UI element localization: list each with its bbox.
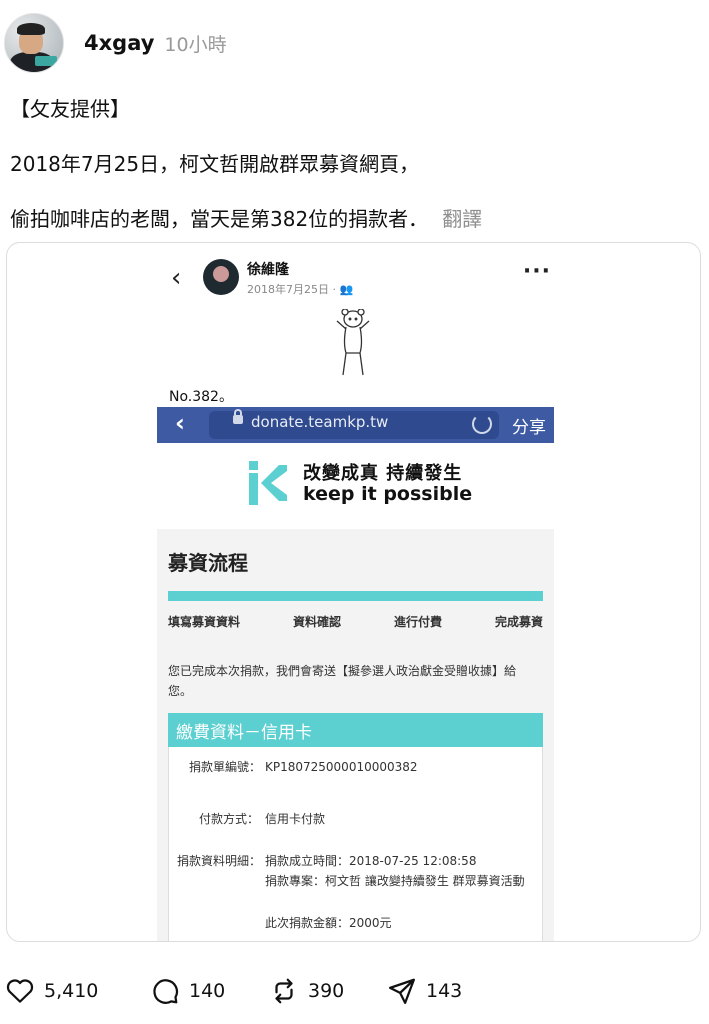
k-logo-icon [249, 461, 287, 505]
share-count: 143 [426, 980, 463, 1002]
detail-label: 付款方式： [198, 812, 259, 826]
heart-icon [6, 979, 34, 1003]
detail-value: 捐款專案：柯文哲 讓改變持續發生 群眾募資活動 [265, 874, 525, 888]
donation-flow: 募資流程 填寫募資資料 資料確認 進行付費 完成募資 您已完成本次捐款，我們會寄… [157, 529, 554, 941]
translate-link[interactable]: 翻譯 [442, 207, 482, 231]
payment-details: 繳費資料－信用卡 捐款單編號： KP180725000010000382 付款方… [168, 713, 543, 941]
back-chevron-icon: ‹ [171, 263, 182, 293]
send-icon [389, 978, 415, 1004]
embedded-author: 徐維隆 [247, 262, 289, 278]
brand-slogan-cn: 改變成真 持續發生 [303, 463, 463, 484]
step-item: 完成募資 [494, 615, 543, 629]
site-brand: 改變成真 持續發生 keep it possible [157, 443, 554, 529]
url-text: donate.teamkp.tw [251, 413, 389, 431]
attached-image[interactable]: ‹ 徐維隆 2018年7月25日 · 👥 ··· No.382。 ‹ donat… [6, 242, 701, 942]
flow-steps: 填寫募資資料 資料確認 進行付費 完成募資 [168, 613, 543, 630]
post-header: 4xgay 10小時 [4, 12, 704, 74]
brand-slogan-en: keep it possible [303, 483, 473, 505]
bear-sticker-icon [336, 309, 370, 376]
detail-value: 信用卡付款 [265, 812, 326, 826]
post-line: 【攵友提供】 [10, 97, 130, 121]
browser-bar: ‹ donate.teamkp.tw 分享 [157, 407, 554, 443]
repost-icon [275, 978, 293, 1004]
like-button[interactable]: 5,410 [4, 976, 98, 1006]
step-item: 填寫募資資料 [168, 615, 241, 629]
post-text: 【攵友提供】 2018年7月25日，柯文哲開啟群眾募資網頁， 偷拍咖啡店的老闆，… [10, 94, 700, 259]
repost-count: 390 [308, 980, 345, 1002]
flow-title: 募資流程 [168, 551, 248, 575]
repost-button[interactable]: 390 [268, 976, 344, 1006]
post-time: 10小時 [164, 33, 227, 56]
detail-value: 捐款成立時間：2018-07-25 12:08:58 [265, 854, 477, 868]
comment-button[interactable]: 140 [149, 976, 225, 1006]
detail-value: KP180725000010000382 [265, 760, 418, 774]
detail-label: 捐款資料明細： [176, 854, 261, 868]
embedded-date: 2018年7月25日 · 👥 [247, 283, 354, 296]
reload-icon [472, 414, 492, 434]
step-item: 進行付費 [393, 615, 442, 629]
more-icon: ··· [522, 259, 551, 284]
comment-icon [153, 979, 179, 1004]
post-line-text: 偷拍咖啡店的老闆，當天是第382位的捐款者． [10, 207, 429, 231]
embedded-caption: No.382。 [169, 389, 233, 405]
action-bar: 5,410 140 390 143 [4, 972, 704, 1012]
embedded-avatar [203, 259, 239, 295]
post-line: 偷拍咖啡店的老闆，當天是第382位的捐款者． 翻譯 [10, 204, 700, 235]
back-icon: ‹ [175, 409, 185, 437]
detail-label: 捐款單編號： [188, 760, 261, 774]
avatar[interactable] [4, 13, 64, 73]
username[interactable]: 4xgay [84, 31, 154, 55]
progress-bar [168, 591, 543, 601]
like-count: 5,410 [44, 980, 99, 1002]
lock-icon [233, 409, 243, 424]
step-item: 資料確認 [292, 615, 341, 629]
friends-icon: 👥 [339, 283, 354, 296]
post-line: 2018年7月25日，柯文哲開啟群眾募資網頁， [10, 152, 420, 176]
share-label: 分享 [512, 418, 546, 438]
detail-value: 此次捐款金額：2000元 [265, 916, 392, 930]
share-button[interactable]: 143 [386, 976, 462, 1006]
payment-header: 繳費資料－信用卡 [168, 713, 543, 747]
embedded-post-header: ‹ 徐維隆 2018年7月25日 · 👥 ··· [167, 255, 557, 301]
completion-message: 您已完成本次捐款，我們會寄送【擬參選人政治獻金受贈收據】給您。 [168, 664, 517, 698]
comment-count: 140 [189, 980, 226, 1002]
